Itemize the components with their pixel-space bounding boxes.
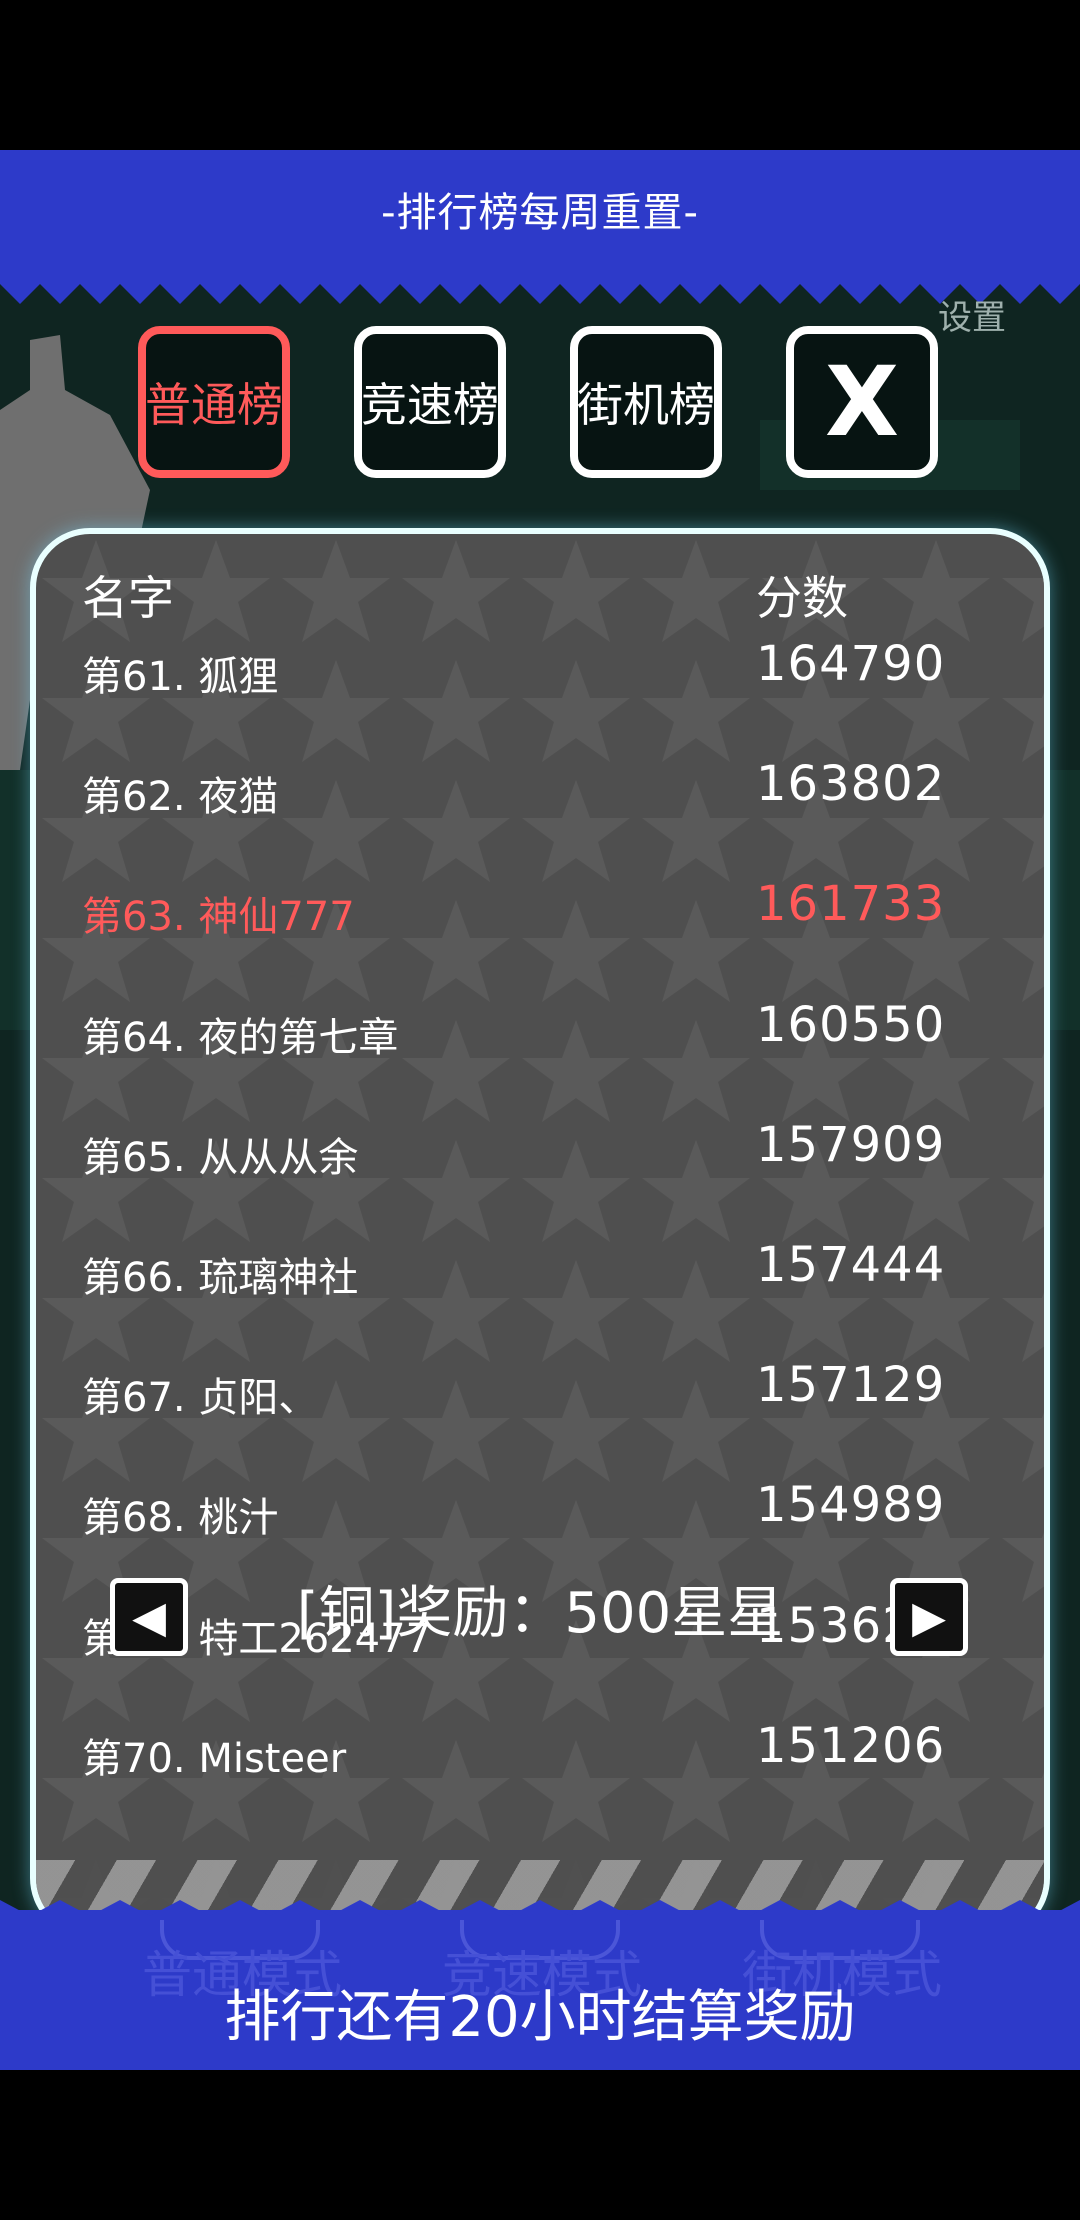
tab-arcade-ranking[interactable]: 街机榜 [570,326,722,478]
ranking-row: 第65. 从从从余 157909 [36,1105,1044,1225]
ranking-row: 第64. 夜的第七章 160550 [36,985,1044,1105]
ranking-row: 第67. 贞阳、 157129 [36,1345,1044,1465]
player-rank-name: 第64. 夜的第七章 [82,1014,399,1061]
player-score: 164790 [756,636,946,692]
leaderboard-screen: -排行榜每周重置- 设置 普通榜 竞速榜 街机榜 X 名字 分数 第61. 狐狸… [0,150,1080,2070]
player-score: 163802 [756,756,946,813]
column-header-score: 分数 [756,571,848,625]
arrow-right-icon: ▶ [912,1591,946,1643]
player-rank-name: 第61. 狐狸 [82,654,279,700]
tab-normal-ranking[interactable]: 普通榜 [138,326,290,478]
previous-page-button[interactable]: ◀ [110,1578,188,1656]
player-rank-name: 第67. 贞阳、 [82,1375,319,1422]
settings-label[interactable]: 设置 [938,290,1006,339]
player-rank-name: 第62. 夜猫 [82,774,279,821]
close-icon: X [824,346,899,458]
player-score: 157444 [756,1236,946,1293]
column-header-name: 名字 [82,571,174,625]
player-rank-name: 第70. Misteer [82,1735,347,1782]
player-rank-name: 第68. 桃汁 [82,1495,279,1542]
player-score: 154989 [756,1477,946,1534]
ranking-row-current-player: 第63. 神仙777 161733 [36,864,1044,984]
player-score: 161733 [756,876,946,933]
top-banner: -排行榜每周重置- [0,150,1080,280]
player-score: 157129 [756,1357,946,1414]
arrow-left-icon: ◀ [132,1591,166,1643]
player-rank-name: 第63. 神仙777 [82,894,355,941]
close-button[interactable]: X [786,326,938,478]
leaderboard-reset-notice: -排行榜每周重置- [381,190,699,236]
settlement-countdown: 排行还有20小时结算奖励 [224,1985,856,2050]
player-rank-name: 第65. 从从从余 [82,1134,359,1181]
ranking-row: 第66. 琉璃神社 157444 [36,1225,1044,1345]
tab-speed-ranking[interactable]: 竞速榜 [354,326,506,478]
player-score: 151206 [756,1717,946,1774]
player-score: 157909 [756,1116,946,1173]
leaderboard-panel: 名字 分数 第61. 狐狸 164790 第62. 夜猫 163802 第63.… [30,528,1050,1938]
ranking-row: 第70. Misteer 151206 [36,1706,1044,1826]
player-score: 160550 [756,996,946,1053]
reward-info: [铜]奖励：500星星 [296,1581,784,1646]
top-zigzag-edge [0,274,1080,304]
next-page-button[interactable]: ▶ [890,1578,968,1656]
ranking-row: 第62. 夜猫 163802 [36,744,1044,864]
player-rank-name: 第66. 琉璃神社 [82,1254,359,1301]
ranking-row: 第61. 狐狸 164790 [36,624,1044,744]
